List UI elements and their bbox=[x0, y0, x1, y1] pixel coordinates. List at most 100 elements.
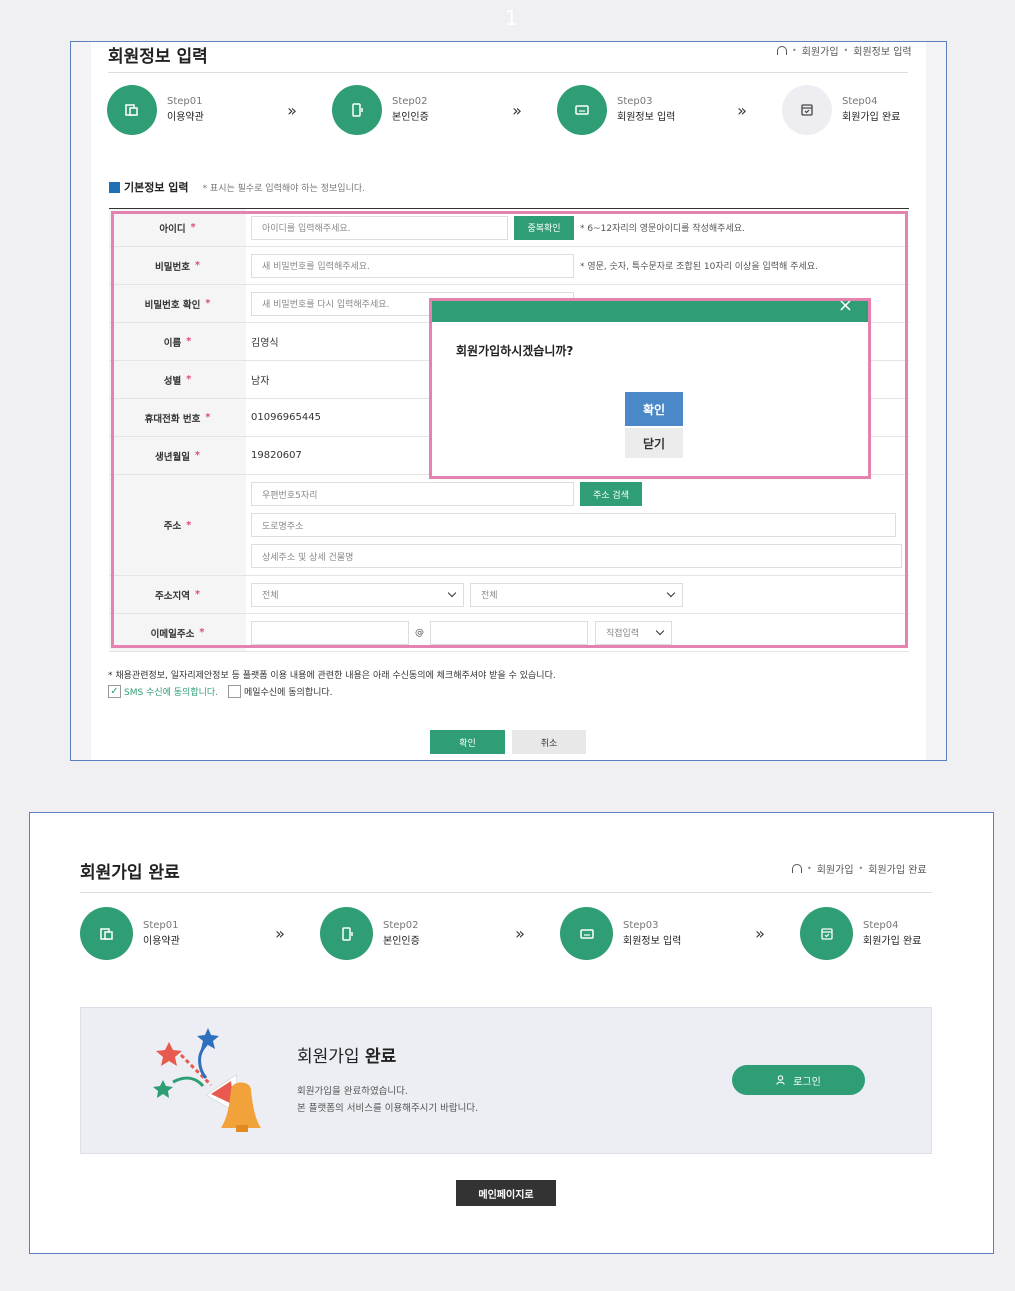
detail-address-input[interactable]: 상세주소 및 상세 건물명 bbox=[251, 544, 902, 568]
select-value: 전체 bbox=[262, 591, 279, 601]
password-label: 비밀번호 * bbox=[109, 247, 246, 284]
step-4: Step04 회원가입 완료 bbox=[800, 907, 960, 960]
step-1: Step01 이용약관 bbox=[80, 907, 240, 960]
dialog-header: × bbox=[432, 295, 869, 322]
sms-consent-checkbox[interactable]: ✓ bbox=[108, 685, 121, 698]
required-mark: * bbox=[205, 298, 211, 309]
step-number: Step04 bbox=[842, 96, 878, 107]
id-label: 아이디 * bbox=[109, 209, 246, 246]
close-icon[interactable]: × bbox=[838, 295, 853, 316]
signup-complete-panel: 회원가입 완료 • 회원가입 • 회원가입 완료 Step01 이용약관 » St… bbox=[29, 812, 994, 1254]
page-number: 1 bbox=[505, 6, 518, 30]
email-id-input[interactable] bbox=[251, 620, 409, 645]
zipcode-input[interactable]: 우편번호5자리 bbox=[251, 482, 574, 506]
duplicate-check-button[interactable]: 중복확인 bbox=[514, 215, 574, 240]
label-text: 아이디 bbox=[159, 223, 186, 235]
step-4: Step04 회원가입 완료 bbox=[782, 85, 927, 135]
mail-consent-label[interactable]: 메일수신에 동의합니다. bbox=[244, 685, 333, 698]
id-input[interactable]: 아이디를 입력해주세요. bbox=[251, 215, 508, 240]
home-icon[interactable] bbox=[777, 46, 787, 55]
confirm-dialog: × 회원가입하시겠습니까? 확인 닫기 bbox=[432, 295, 869, 477]
login-button[interactable]: 로그인 bbox=[732, 1065, 865, 1095]
required-mark: * bbox=[186, 519, 192, 531]
email-domain-select[interactable]: 직접입력 bbox=[595, 620, 672, 645]
step-label: 회원정보 입력 bbox=[623, 935, 682, 947]
step-3: Step03 회원정보 입력 bbox=[557, 85, 702, 135]
name-value: 김영식 bbox=[251, 338, 279, 349]
breadcrumb-item[interactable]: 회원가입 bbox=[802, 43, 839, 58]
row-address: 주소 * 우편번호5자리 주소 검색 도로명주소 상세주소 및 상세 건물명 bbox=[109, 475, 909, 576]
label-text: 비밀번호 확인 bbox=[144, 299, 201, 311]
chevron-down-icon bbox=[447, 588, 457, 598]
document-copy-icon bbox=[80, 907, 133, 960]
document-copy-icon bbox=[107, 85, 157, 135]
step-number: Step02 bbox=[392, 96, 428, 107]
dialog-message: 회원가입하시겠습니까? bbox=[456, 344, 574, 358]
consent-row: ✓ SMS 수신에 동의합니다. 메일수신에 동의합니다. bbox=[108, 685, 333, 698]
select-value: 직접입력 bbox=[606, 629, 640, 639]
email-cell: @ 직접입력 bbox=[246, 614, 909, 651]
required-mark: * bbox=[190, 222, 196, 233]
step-arrow: » bbox=[287, 100, 297, 120]
signup-complete-content: 회원가입 완료 • 회원가입 • 회원가입 완료 Step01 이용약관 » St… bbox=[30, 813, 973, 1253]
done-description: 본 플랫폼의 서비스를 이용해주시기 바랍니다. bbox=[297, 1103, 479, 1114]
celebration-megaphone-icon bbox=[153, 1028, 261, 1132]
step-arrow: » bbox=[737, 100, 747, 120]
gender-label: 성별 * bbox=[109, 361, 246, 398]
step-label: 이용약관 bbox=[143, 935, 180, 947]
address-cell: 우편번호5자리 주소 검색 도로명주소 상세주소 및 상세 건물명 bbox=[246, 475, 909, 575]
email-domain-input[interactable] bbox=[430, 620, 588, 645]
step-3: Step03 회원정보 입력 bbox=[560, 907, 720, 960]
at-sign: @ bbox=[415, 627, 424, 638]
step-2: Step02 본인인증 bbox=[332, 85, 477, 135]
row-email: 이메일주소 * @ 직접입력 bbox=[109, 614, 909, 652]
step-label: 이용약관 bbox=[167, 112, 204, 123]
sms-consent-label[interactable]: SMS 수신에 동의합니다. bbox=[124, 685, 218, 698]
step-label: 회원가입 완료 bbox=[842, 112, 901, 123]
password-hint: * 영문, 숫자, 특수문자로 조합된 10자리 이상을 입력해 주세요. bbox=[580, 262, 818, 272]
required-mark: * bbox=[195, 450, 200, 461]
region-select-1[interactable]: 전체 bbox=[251, 582, 464, 607]
confirm-button[interactable]: 확인 bbox=[430, 730, 505, 754]
region-cell: 전체 전체 bbox=[246, 576, 909, 613]
consent-note: * 채용관련정보, 일자리제안정보 등 플랫폼 이용 내용에 관련한 내용은 아… bbox=[108, 671, 556, 681]
chevron-down-icon bbox=[666, 588, 676, 598]
divider bbox=[80, 892, 932, 893]
road-address-input[interactable]: 도로명주소 bbox=[251, 513, 896, 537]
dialog-ok-button[interactable]: 확인 bbox=[625, 392, 683, 426]
step-label: 회원가입 완료 bbox=[863, 935, 922, 947]
divider bbox=[108, 72, 908, 73]
label-text: 휴대전화 번호 bbox=[144, 413, 201, 425]
step-number: Step01 bbox=[167, 96, 203, 107]
done-description: 회원가입을 완료하였습니다. bbox=[297, 1086, 408, 1097]
required-mark: * bbox=[186, 336, 192, 347]
section-title: 기본정보 입력 * 표시는 필수로 입력해야 하는 정보입니다. bbox=[109, 179, 365, 195]
password-cell: 새 비밀번호를 입력해주세요. * 영문, 숫자, 특수문자로 조합된 10자리… bbox=[246, 247, 909, 284]
step-number: Step03 bbox=[617, 96, 653, 107]
chevron-down-icon bbox=[655, 626, 665, 636]
password-input[interactable]: 새 비밀번호를 입력해주세요. bbox=[251, 253, 574, 278]
dialog-close-button[interactable]: 닫기 bbox=[625, 428, 683, 458]
main-page-button[interactable]: 메인페이지로 bbox=[456, 1180, 556, 1206]
required-mark: * bbox=[199, 627, 205, 638]
label-text: 주소지역 bbox=[155, 590, 190, 602]
region-select-2[interactable]: 전체 bbox=[470, 582, 683, 607]
step-2: Step02 본인인증 bbox=[320, 907, 480, 960]
page-title: 회원정보 입력 bbox=[108, 47, 208, 67]
required-mark: * bbox=[195, 589, 200, 600]
required-mark: * bbox=[195, 260, 200, 271]
id-card-icon bbox=[557, 85, 607, 135]
required-note: * 표시는 필수로 입력해야 하는 정보입니다. bbox=[202, 183, 365, 194]
home-icon[interactable] bbox=[792, 864, 802, 873]
birth-label: 생년월일 * bbox=[109, 437, 246, 474]
address-search-button[interactable]: 주소 검색 bbox=[580, 482, 642, 506]
mail-consent-checkbox[interactable] bbox=[228, 685, 242, 698]
step-arrow: » bbox=[275, 924, 285, 943]
cancel-button[interactable]: 취소 bbox=[512, 730, 586, 754]
required-mark: * bbox=[205, 412, 211, 423]
row-password: 비밀번호 * 새 비밀번호를 입력해주세요. * 영문, 숫자, 특수문자로 조합… bbox=[109, 247, 909, 285]
step-indicator: Step01 이용약관 » Step02 본인인증 » Step03 회원정보 입력 … bbox=[80, 907, 960, 960]
signup-complete-box: 회원가입 완료 회원가입을 완료하였습니다. 본 플랫폼의 서비스를 이용해주시… bbox=[80, 1007, 932, 1154]
breadcrumb-item[interactable]: 회원가입 bbox=[817, 861, 854, 876]
step-label: 회원정보 입력 bbox=[617, 112, 676, 123]
